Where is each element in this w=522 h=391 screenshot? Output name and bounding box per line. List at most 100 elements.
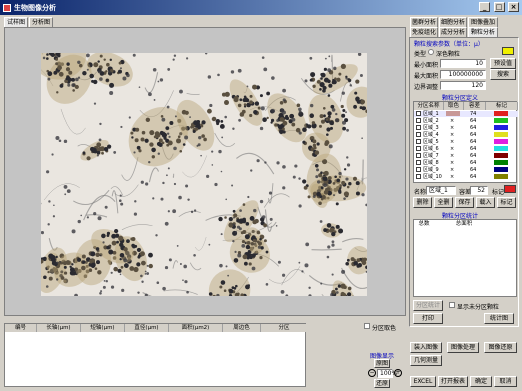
zone-row-mark-swatch[interactable] [494,111,508,116]
results-table[interactable]: 编号 长轴(μm) 短轴(μm) 直径(μm) 面积(μm2) 周边色 分区 [4,323,307,387]
tab-immuno[interactable]: 免疫组化 [410,27,438,37]
zone-row-checkbox[interactable] [416,174,421,179]
zoom-in-icon[interactable]: + [394,369,402,377]
zone-row-mark-swatch[interactable] [494,160,508,165]
show-unclassified-checkbox[interactable] [449,302,455,308]
zone-row-mark-swatch[interactable] [494,118,508,123]
particle-panel: 颗粒搜索参数（单位：μ） 类型 深色颗粒 最小面积 10 预设值 最大面积 10… [409,37,519,327]
max-area-label: 最大面积 [414,73,439,80]
type-color-swatch[interactable] [502,47,514,55]
image-process-button[interactable]: 图像处理 [447,342,479,353]
zone-row[interactable]: 区域_3 × 64 [414,125,518,131]
geometry-measure-button[interactable]: 几何测量 [410,355,442,366]
app-icon [3,3,11,12]
zone-row-mark-swatch[interactable] [494,153,508,158]
print-button[interactable]: 打印 [413,313,443,324]
zone-row[interactable]: 区域_10 × 64 [414,174,518,180]
zone-row-pick: × [450,125,455,131]
zone-row-pick [446,111,460,116]
zone-row-tolerance: 64 [470,167,477,173]
zone-table[interactable]: 分区名称 取色 容差 标记 区域_1 74 区域_2 × 64 区域_3 × 64 区域_4 × 6… [413,101,518,183]
zone-row-mark-swatch[interactable] [494,125,508,130]
col-pick-color: 取色 [444,102,464,110]
zone-row[interactable]: 区域_8 × 64 [414,160,518,166]
search-button[interactable]: 搜索 [490,69,516,80]
stats-table[interactable]: 总数 总面积 [413,219,517,297]
zone-row[interactable]: 区域_1 74 [414,111,518,117]
zone-row[interactable]: 区域_7 × 64 [414,153,518,159]
zone-color-checkbox[interactable] [364,323,370,329]
tab-component[interactable]: 成分分析 [439,27,467,37]
zone-stats-button[interactable]: 分区统计 [413,300,443,311]
zone-name-input[interactable]: 区域_1 [426,186,456,195]
tab-image-overlay[interactable]: 图像叠加 [468,17,498,27]
zoom-value[interactable]: 100% [377,369,397,378]
cancel-button[interactable]: 取消 [494,376,517,387]
zone-row-checkbox[interactable] [416,160,421,165]
mark-color-swatch[interactable] [504,185,516,193]
app-title: 生物图像分析 [14,3,56,12]
image-restore-button[interactable]: 图像还原 [484,342,517,353]
col-zone: 分区 [261,324,307,332]
max-area-input[interactable]: 100000000 [440,70,486,79]
zone-row-mark-swatch[interactable] [494,167,508,172]
zone-row[interactable]: 区域_4 × 64 [414,132,518,138]
min-area-input[interactable]: 10 [440,59,486,68]
ok-button[interactable]: 确定 [470,376,492,387]
maximize-button[interactable]: □ [493,2,505,12]
col-area: 面积(μm2) [169,324,223,332]
tissue-image [41,53,367,296]
zone-row[interactable]: 区域_9 × 64 [414,167,518,173]
zone-row-mark-swatch[interactable] [494,139,508,144]
zone-row-pick: × [450,118,455,124]
delete-button[interactable]: 删除 [413,197,432,208]
zone-row-checkbox[interactable] [416,125,421,130]
preset-button[interactable]: 预设值 [490,58,516,69]
tab-colony-analysis[interactable]: 菌群分析 [410,17,438,27]
stats-chart-button[interactable]: 统计图 [484,313,514,324]
col-mark: 标记 [486,102,518,110]
zone-row-checkbox[interactable] [416,139,421,144]
load-button[interactable]: 载入 [476,197,495,208]
col-zone-name: 分区名称 [414,102,444,110]
tab-particle[interactable]: 颗粒分析 [468,27,498,37]
tolerance-input[interactable]: 52 [470,186,488,195]
zone-row-checkbox[interactable] [416,132,421,137]
mark-button[interactable]: 标记 [497,197,516,208]
zone-row-mark-swatch[interactable] [494,132,508,137]
close-button[interactable]: × [508,2,519,12]
minimize-button[interactable]: _ [479,2,491,12]
title-bar: 生物图像分析 _ □ × [0,0,522,15]
tab-sample-image[interactable]: 试样图 [4,17,28,27]
zone-row[interactable]: 区域_2 × 64 [414,118,518,124]
restore-zoom-button[interactable]: 还原 [374,379,390,388]
original-size-button[interactable]: 原图 [374,359,390,368]
search-params-header: 颗粒搜索参数（单位：μ） [414,41,484,48]
tab-cell-analysis[interactable]: 细胞分析 [439,17,467,27]
edge-input[interactable]: 120 [440,81,486,90]
zone-row[interactable]: 区域_6 × 64 [414,146,518,152]
excel-button[interactable]: EXCEL [410,376,436,387]
image-viewer[interactable] [4,27,406,316]
open-report-button[interactable]: 打开报表 [438,376,468,387]
col-total-area: 总面积 [444,220,484,228]
delete-all-button[interactable]: 全删 [434,197,453,208]
type-label: 类型 [414,51,427,58]
zone-row-checkbox[interactable] [416,118,421,123]
col-id: 编号 [5,324,37,332]
zone-row[interactable]: 区域_5 × 64 [414,139,518,145]
dark-particle-radio[interactable] [428,49,434,55]
zone-row-checkbox[interactable] [416,111,421,116]
zone-row-pick: × [450,139,455,145]
zone-row-checkbox[interactable] [416,146,421,151]
tab-analysis-image[interactable]: 分析图 [29,17,53,27]
load-image-button[interactable]: 装入图像 [410,342,442,353]
save-button[interactable]: 保存 [455,197,474,208]
col-major-axis: 长轴(μm) [37,324,81,332]
zoom-out-icon[interactable]: − [368,369,376,377]
zone-row-mark-swatch[interactable] [494,174,508,179]
zone-row-mark-swatch[interactable] [494,146,508,151]
zone-row-checkbox[interactable] [416,153,421,158]
zone-row-pick: × [450,132,455,138]
zone-row-checkbox[interactable] [416,167,421,172]
